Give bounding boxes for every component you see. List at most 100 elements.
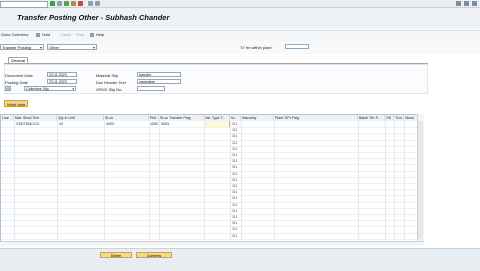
table-cell-mv[interactable]: 311 (232, 165, 237, 169)
table-cell-mv[interactable]: 311 (232, 159, 237, 163)
table-cell-mv[interactable]: 311 (232, 221, 237, 225)
table-row[interactable] (1, 189, 423, 191)
col-header-tlin[interactable]: TLin (394, 115, 404, 121)
chevron-down-icon: ▾ (72, 87, 74, 91)
print-icon[interactable] (88, 1, 93, 6)
col-header-plant-transfer[interactable]: Plant TrPr Pstg (274, 115, 358, 121)
hold-button[interactable]: Hold (42, 32, 50, 37)
material-slip-label: Material Slip (96, 73, 119, 78)
table-row[interactable] (1, 214, 423, 215)
back-icon[interactable] (64, 1, 69, 6)
table-cell-mv[interactable]: 311 (232, 153, 237, 157)
table-row[interactable] (1, 176, 423, 178)
horizontal-scrollbar[interactable] (0, 241, 424, 246)
table-cell-mv[interactable]: 311 (232, 227, 237, 231)
reference-value: Other (49, 45, 60, 50)
posting-date-label: Posting Date (5, 80, 28, 85)
close-icon[interactable] (472, 1, 477, 6)
table-cell-mv[interactable]: 311 (232, 209, 237, 213)
table-row[interactable] (1, 152, 423, 153)
table-cell-mv[interactable]: 311 (232, 128, 237, 132)
col-header-short-text[interactable]: Mat. Short Text (14, 115, 57, 121)
col-header-warranty[interactable]: Warranty (241, 115, 274, 121)
table-cell-mv[interactable]: 311 (232, 172, 237, 176)
table-cell-mv[interactable]: 311 (232, 147, 237, 151)
table-row[interactable] (1, 139, 423, 141)
table-row[interactable] (1, 164, 423, 166)
posting-date-field[interactable]: 23.11.2023 (47, 79, 77, 84)
table-cell-text[interactable]: CEDTDMCCO (16, 122, 39, 126)
table-row[interactable] (1, 158, 423, 160)
col-header-movement[interactable]: M... (230, 115, 241, 121)
gr-gi-slip-field[interactable] (137, 86, 165, 91)
footer-bar (0, 248, 480, 271)
table-cell-sloc_trf[interactable]: 0003 (161, 122, 169, 126)
col-header-sloc[interactable]: SLoc (104, 115, 149, 121)
table-cell-mv[interactable]: 311 (232, 178, 237, 182)
col-header-plant[interactable]: Plnt (149, 115, 159, 121)
table-cell-mv[interactable]: 311 (232, 196, 237, 200)
exit-icon[interactable] (71, 1, 76, 6)
initial-data-button[interactable]: Initial data (4, 100, 28, 107)
table-cell-mv[interactable]: 311 (232, 190, 237, 194)
col-header-line[interactable]: Line (1, 115, 14, 121)
table-cell-mv[interactable]: 311 (232, 234, 237, 238)
transaction-dropdown[interactable]: Transfer Posting ▾ (0, 44, 44, 50)
enter-icon[interactable] (50, 1, 55, 6)
col-header-batch-transfer[interactable]: Batch Trfr P... (358, 115, 385, 121)
contents-button[interactable]: Contents (136, 252, 172, 258)
command-field[interactable] (0, 1, 48, 8)
val-type-active-cell[interactable] (204, 121, 230, 127)
minimize-icon[interactable] (456, 1, 461, 6)
doc-header-text-label: Doc Header Text (96, 80, 126, 85)
table-row[interactable] (1, 127, 423, 129)
col-header-stock[interactable]: Stock (404, 115, 418, 121)
material-slip-field[interactable]: transfer (137, 72, 181, 77)
table-cell-mv[interactable]: 311 (232, 134, 237, 138)
check-button[interactable]: Check (60, 32, 71, 37)
table-row[interactable] (1, 133, 423, 135)
movement-type-field[interactable] (285, 44, 309, 49)
help-icon (90, 33, 94, 37)
table-row[interactable] (1, 183, 423, 184)
col-header-sloc-transfer[interactable]: SLoc Transfer Pstg (159, 115, 204, 121)
reference-dropdown[interactable]: Other ▾ (47, 44, 97, 50)
table-row[interactable] (1, 195, 423, 197)
chevron-down-icon: ▾ (39, 45, 42, 50)
table-cell-plnt[interactable]: 1000 (150, 122, 158, 126)
table-row[interactable] (1, 145, 423, 147)
scrollbar-thumb[interactable] (418, 121, 423, 239)
cancel-icon[interactable] (78, 1, 83, 6)
find-icon[interactable] (95, 1, 100, 6)
table-row[interactable] (1, 220, 423, 222)
table-row[interactable] (1, 207, 423, 209)
table-cell-mv[interactable]: 311 (232, 184, 237, 188)
table-row[interactable] (1, 226, 423, 228)
document-date-label: Document Date (5, 73, 33, 78)
table-row[interactable] (1, 201, 423, 203)
slip-mode-value: Collective Slip (26, 87, 49, 91)
col-header-ok[interactable]: OK (385, 115, 394, 121)
hold-icon (36, 33, 40, 37)
tab-general[interactable]: General (8, 57, 28, 63)
col-header-qty[interactable]: Qty in UnE (57, 115, 104, 121)
table-cell-mv[interactable]: 311 (232, 203, 237, 207)
table-cell-sloc[interactable]: 0003 (106, 122, 114, 126)
delete-button[interactable]: Delete (100, 252, 132, 258)
table-row[interactable] (1, 170, 423, 172)
overview-button[interactable]: Goes Overview (1, 32, 28, 37)
print-icon[interactable]: ⎙ (5, 86, 11, 91)
table-cell-mv[interactable]: 311 (232, 141, 237, 145)
slip-mode-dropdown[interactable]: Collective Slip ▾ (24, 86, 76, 91)
maximize-icon[interactable] (464, 1, 469, 6)
table-row[interactable] (1, 238, 423, 240)
doc-header-text-field[interactable]: inspection (137, 79, 181, 84)
save-icon[interactable] (57, 1, 62, 6)
table-row[interactable] (1, 232, 423, 234)
table-cell-mv[interactable]: 311 (232, 122, 237, 126)
document-date-field[interactable]: 23.11.2023 (47, 72, 77, 77)
post-button[interactable]: Post (76, 32, 84, 37)
table-cell-qty[interactable]: 10 (59, 122, 63, 126)
table-cell-mv[interactable]: 311 (232, 215, 237, 219)
help-button[interactable]: Help (96, 32, 104, 37)
